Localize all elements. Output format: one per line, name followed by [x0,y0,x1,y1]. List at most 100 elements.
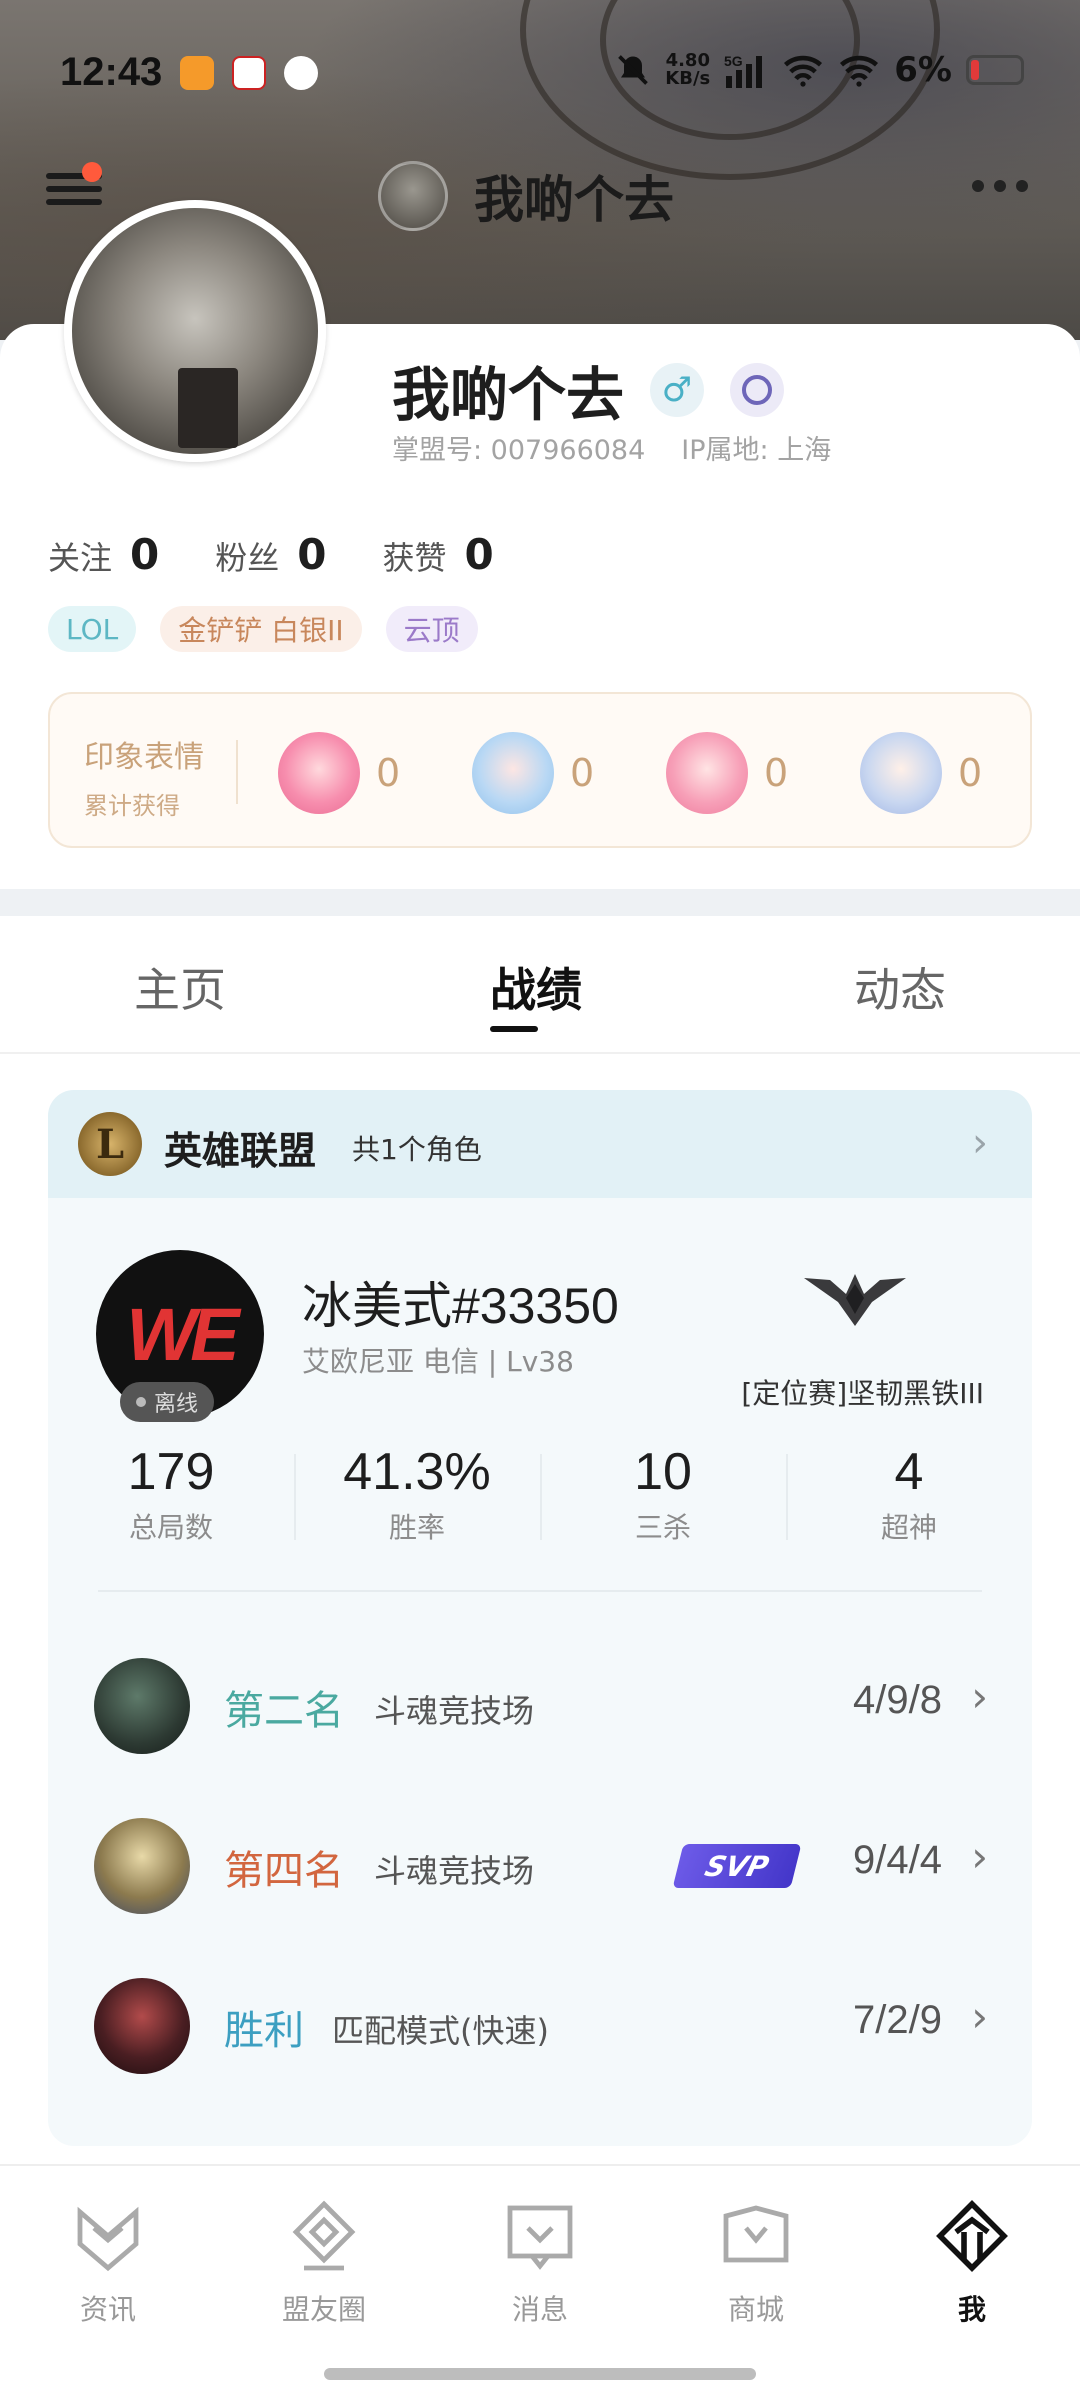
match-mode: 匹配模式(快速) [332,2012,549,2050]
stat-win-rate: 41.3% 胜率 [343,1443,491,1544]
status-time: 12:43 [60,50,163,94]
tab-feed[interactable]: 动态 [854,954,946,1020]
more-options-button[interactable] [972,180,1028,192]
svp-badge: SVP [672,1844,802,1888]
stat-legendary: 4 超神 [880,1443,937,1544]
stat-triple-kills: 10 三杀 [634,1443,692,1544]
username-text: 我啲个去 [392,361,625,429]
news-icon [77,2206,139,2272]
game-title: 英雄联盟 [164,1129,317,1173]
emoji-love-icon [666,732,748,814]
rank-text: [定位赛]坚韧黑铁III [741,1377,984,1410]
game-header[interactable]: L 英雄联盟 共1个角色 › [48,1090,1032,1198]
profile-tags: LOL 金铲铲 白银II 云顶 [48,606,478,652]
gender-male-icon: ♂ [650,363,705,417]
profile-meta: 掌盟号: 007966084 IP属地: 上海 [392,428,831,467]
tag-lol[interactable]: LOL [48,606,137,652]
match-row[interactable]: 第四名 斗魂竞技场 SVP 9/4/4 › [48,1810,1032,1920]
profile-avatar[interactable] [64,200,326,462]
tab-home[interactable]: 主页 [134,954,226,1020]
divider [98,1590,982,1592]
nav-avatar [378,161,448,231]
tab-active-indicator [490,1026,538,1032]
impression-emoji-item[interactable]: 0 [666,732,788,814]
impression-emoji-item[interactable]: 0 [860,732,982,814]
tag-tft[interactable]: 云顶 [385,606,478,652]
app-notification-icon [232,55,267,90]
svg-text:5G: 5G [724,53,743,69]
match-mode: 斗魂竞技场 [374,1852,535,1890]
status-bar: 12:43 4.80 KB/s 5G 6% [0,0,1080,140]
nav-news[interactable]: 资讯 [38,2196,178,2328]
chevron-right-icon: › [972,1120,988,1166]
champion-avatar [94,1658,190,1754]
fans-stat[interactable]: 粉丝 0 [215,530,326,579]
impressions-label: 印象表情 累计获得 [84,740,204,820]
match-kda: 7/2/9 [853,1998,942,2042]
match-result: 胜利 [224,2008,304,2054]
friends-circle-icon [292,2200,356,2271]
emoji-gg-icon [860,732,942,814]
tag-tft-rank[interactable]: 金铲铲 白银II [160,606,362,652]
nav-username: 我啲个去 [474,171,674,229]
nav-title: 我啲个去 [378,160,674,232]
account-id: 掌盟号: 007966084 [392,435,646,466]
profile-tabs: 主页 战绩 动态 [0,916,1080,1054]
cellular-signal-icon: 5G [724,53,763,88]
notification-dot [82,162,102,182]
match-kda: 9/4/4 [853,1838,942,1882]
vip-badge-icon[interactable] [730,363,785,417]
role-count: 共1个角色 [352,1133,482,1166]
impression-emoji-item[interactable]: 0 [278,732,400,814]
wifi-icon [784,55,823,87]
me-icon [936,2200,1008,2272]
lol-logo-icon: L [78,1112,142,1176]
nav-friends-circle[interactable]: 盟友圈 [254,2196,394,2328]
chevron-right-icon: › [971,1832,988,1881]
battery-icon [966,55,1024,85]
home-indicator[interactable] [324,2368,756,2380]
nav-shop[interactable]: 商城 [686,2196,826,2328]
status-badge: 离线 [120,1382,215,1422]
bottom-nav: 资讯 盟友圈 消息 商城 我 [0,2164,1080,2400]
avatar-poster [178,368,238,448]
match-result: 第四名 [224,1848,344,1894]
chevron-right-icon: › [971,1992,988,2041]
emoji-crying-icon [278,732,360,814]
follow-stat[interactable]: 关注 0 [48,530,159,579]
chevron-right-icon: › [971,1672,988,1721]
player-server-level: 艾欧尼亚 电信 | Lv38 [302,1345,574,1378]
match-mode: 斗魂竞技场 [374,1692,535,1730]
player-name: 冰美式#33350 [302,1278,619,1334]
likes-stat[interactable]: 获赞 0 [383,530,494,579]
profile-username: 我啲个去 ♂ [392,348,785,432]
nav-messages[interactable]: 消息 [470,2196,610,2328]
champion-avatar [94,1818,190,1914]
stat-total-games: 179 总局数 [127,1443,215,1544]
ip-location: IP属地: 上海 [681,435,832,466]
impression-emoji-item[interactable]: 0 [472,732,594,814]
records-card: L 英雄联盟 共1个角色 › WE 离线 冰美式#33350 艾欧尼亚 电信 |… [48,1090,1032,2146]
shop-icon [723,2205,789,2263]
match-row[interactable]: 胜利 匹配模式(快速) 7/2/9 › [48,1970,1032,2080]
app-notification-icon [180,55,215,90]
qq-icon [284,55,319,90]
player-stats: 179 总局数 41.3% 胜率 10 三杀 4 超神 [48,1442,1032,1572]
message-icon [507,2205,573,2270]
mute-bell-icon [618,55,649,85]
rank-iron-emblem-icon [804,1274,906,1326]
team-logo: WE [126,1292,239,1376]
match-row[interactable]: 第二名 斗魂竞技场 4/9/8 › [48,1650,1032,1760]
tab-records[interactable]: 战绩 [490,954,582,1020]
impressions-panel[interactable]: 印象表情 累计获得 0 0 0 0 [48,692,1032,848]
social-stats: 关注 0 粉丝 0 获赞 0 [48,530,494,579]
champion-avatar [94,1978,190,2074]
match-kda: 4/9/8 [853,1678,942,1722]
network-speed: 4.80 KB/s [665,50,711,89]
nav-me[interactable]: 我 [902,2196,1042,2328]
emoji-wave-icon [472,732,554,814]
wifi-icon [840,55,879,87]
match-result: 第二名 [224,1688,344,1734]
menu-button[interactable] [46,162,102,222]
battery-percent: 6% [894,50,952,90]
